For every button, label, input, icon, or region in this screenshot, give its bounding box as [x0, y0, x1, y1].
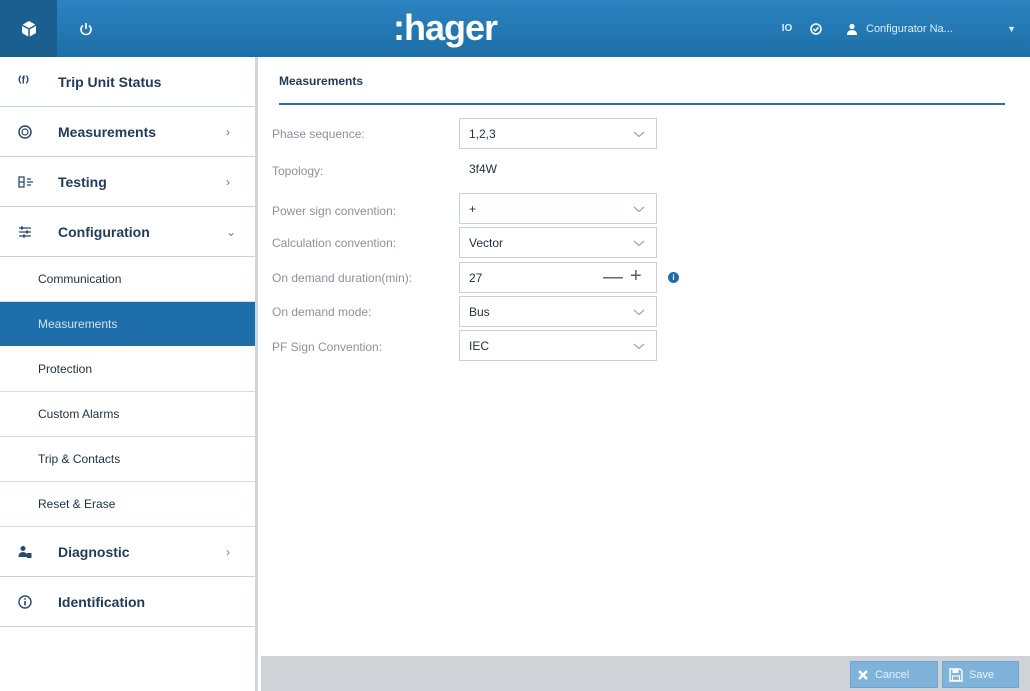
- topology-value: 3f4W: [469, 162, 498, 176]
- save-button[interactable]: Save: [942, 661, 1019, 688]
- chevron-down-icon: [633, 240, 645, 247]
- sidebar-item-label: Trip Unit Status: [58, 73, 162, 90]
- topology-label: Topology:: [272, 164, 324, 178]
- diagnostic-icon: [18, 545, 48, 559]
- floppy-disk-icon: [949, 667, 963, 682]
- save-label: Save: [969, 668, 995, 681]
- gauge-icon: [18, 124, 48, 139]
- sidebar-subitem-custom-alarms[interactable]: Custom Alarms: [0, 392, 255, 437]
- sidebar-item-label: Measurements: [58, 123, 157, 140]
- user-icon: [847, 23, 857, 35]
- phase-sequence-select[interactable]: 1,2,3: [459, 118, 657, 149]
- sidebar-item-label: Configuration: [58, 223, 150, 240]
- io-status-icon[interactable]: IO: [776, 0, 798, 57]
- plus-icon[interactable]: +: [630, 266, 642, 286]
- sidebar-subitem-measurements[interactable]: Measurements: [0, 302, 255, 346]
- power-sign-convention-select[interactable]: +: [459, 193, 657, 224]
- chevron-right-icon: ›: [226, 124, 230, 139]
- sidebar-item-label: Testing: [58, 173, 107, 190]
- phase-sequence-label: Phase sequence:: [272, 127, 365, 141]
- top-bar: :hager IO Configurator Na... ▼: [0, 0, 1030, 57]
- chevron-down-icon: [633, 206, 645, 213]
- on-demand-mode-select[interactable]: Bus: [459, 296, 657, 327]
- chevron-down-icon: ⌄: [226, 224, 237, 239]
- on-demand-duration-label: On demand duration(min):: [272, 271, 413, 285]
- sidebar-item-configuration[interactable]: Configuration ⌄: [0, 207, 255, 257]
- testing-icon: [18, 175, 48, 188]
- cancel-button[interactable]: Cancel: [850, 661, 938, 688]
- chevron-right-icon: ›: [226, 544, 230, 559]
- pf-sign-convention-select[interactable]: IEC: [459, 330, 657, 361]
- power-sign-convention-label: Power sign convention:: [272, 204, 397, 218]
- stepper-value: 27: [469, 270, 483, 285]
- on-demand-mode-label: On demand mode:: [272, 305, 372, 319]
- sidebar-item-testing[interactable]: Testing ›: [0, 157, 255, 207]
- sidebar-subitem-communication[interactable]: Communication: [0, 257, 255, 302]
- power-icon: [79, 22, 92, 35]
- pf-sign-convention-label: PF Sign Convention:: [272, 340, 383, 354]
- user-name: Configurator Na...: [866, 22, 953, 35]
- select-value: +: [469, 201, 477, 216]
- chevron-down-icon: [633, 309, 645, 316]
- chevron-right-icon: ›: [226, 174, 230, 189]
- minus-icon[interactable]: —: [603, 267, 623, 287]
- sliders-icon: [18, 226, 48, 238]
- user-menu[interactable]: Configurator Na... ▼: [846, 0, 1030, 57]
- sidebar-subitem-protection[interactable]: Protection: [0, 347, 255, 392]
- sidebar-item-label: Diagnostic: [58, 543, 130, 560]
- sidebar-item-label: Identification: [58, 593, 146, 610]
- chevron-down-icon: [633, 343, 645, 350]
- calculation-convention-label: Calculation convention:: [272, 236, 397, 250]
- select-value: Bus: [469, 304, 490, 319]
- check-circle-icon[interactable]: [805, 0, 827, 57]
- info-circle-icon: [18, 594, 48, 609]
- sidebar-subitem-trip-contacts[interactable]: Trip & Contacts: [0, 437, 255, 482]
- sidebar-item-identification[interactable]: Identification: [0, 577, 255, 627]
- sidebar-item-measurements[interactable]: Measurements ›: [0, 107, 255, 157]
- cube-icon: [21, 20, 36, 37]
- sidebar-item-trip-unit-status[interactable]: ⁽ᶠ⁾ Trip Unit Status: [0, 57, 255, 107]
- close-icon: [858, 669, 868, 680]
- chevron-down-icon: ▼: [1007, 23, 1016, 34]
- select-value: IEC: [469, 338, 490, 353]
- chevron-down-icon: [633, 131, 645, 138]
- title-divider: [279, 103, 1005, 105]
- hager-logo: :hager: [392, 7, 498, 48]
- home-button[interactable]: [0, 0, 57, 57]
- select-value: Vector: [469, 235, 504, 250]
- sidebar-item-diagnostic[interactable]: Diagnostic ›: [0, 527, 255, 577]
- sidebar: ⁽ᶠ⁾ Trip Unit Status Measurements › Test…: [0, 57, 258, 691]
- sidebar-subitem-reset-erase[interactable]: Reset & Erase: [0, 482, 255, 527]
- select-value: 1,2,3: [469, 126, 496, 141]
- on-demand-duration-stepper[interactable]: 27: [459, 262, 657, 293]
- info-icon[interactable]: i: [668, 272, 679, 283]
- calculation-convention-select[interactable]: Vector: [459, 227, 657, 258]
- power-button[interactable]: [57, 0, 114, 57]
- trip-unit-status-icon: ⁽ᶠ⁾: [18, 73, 30, 91]
- page-title: Measurements: [279, 74, 364, 88]
- cancel-label: Cancel: [875, 668, 910, 681]
